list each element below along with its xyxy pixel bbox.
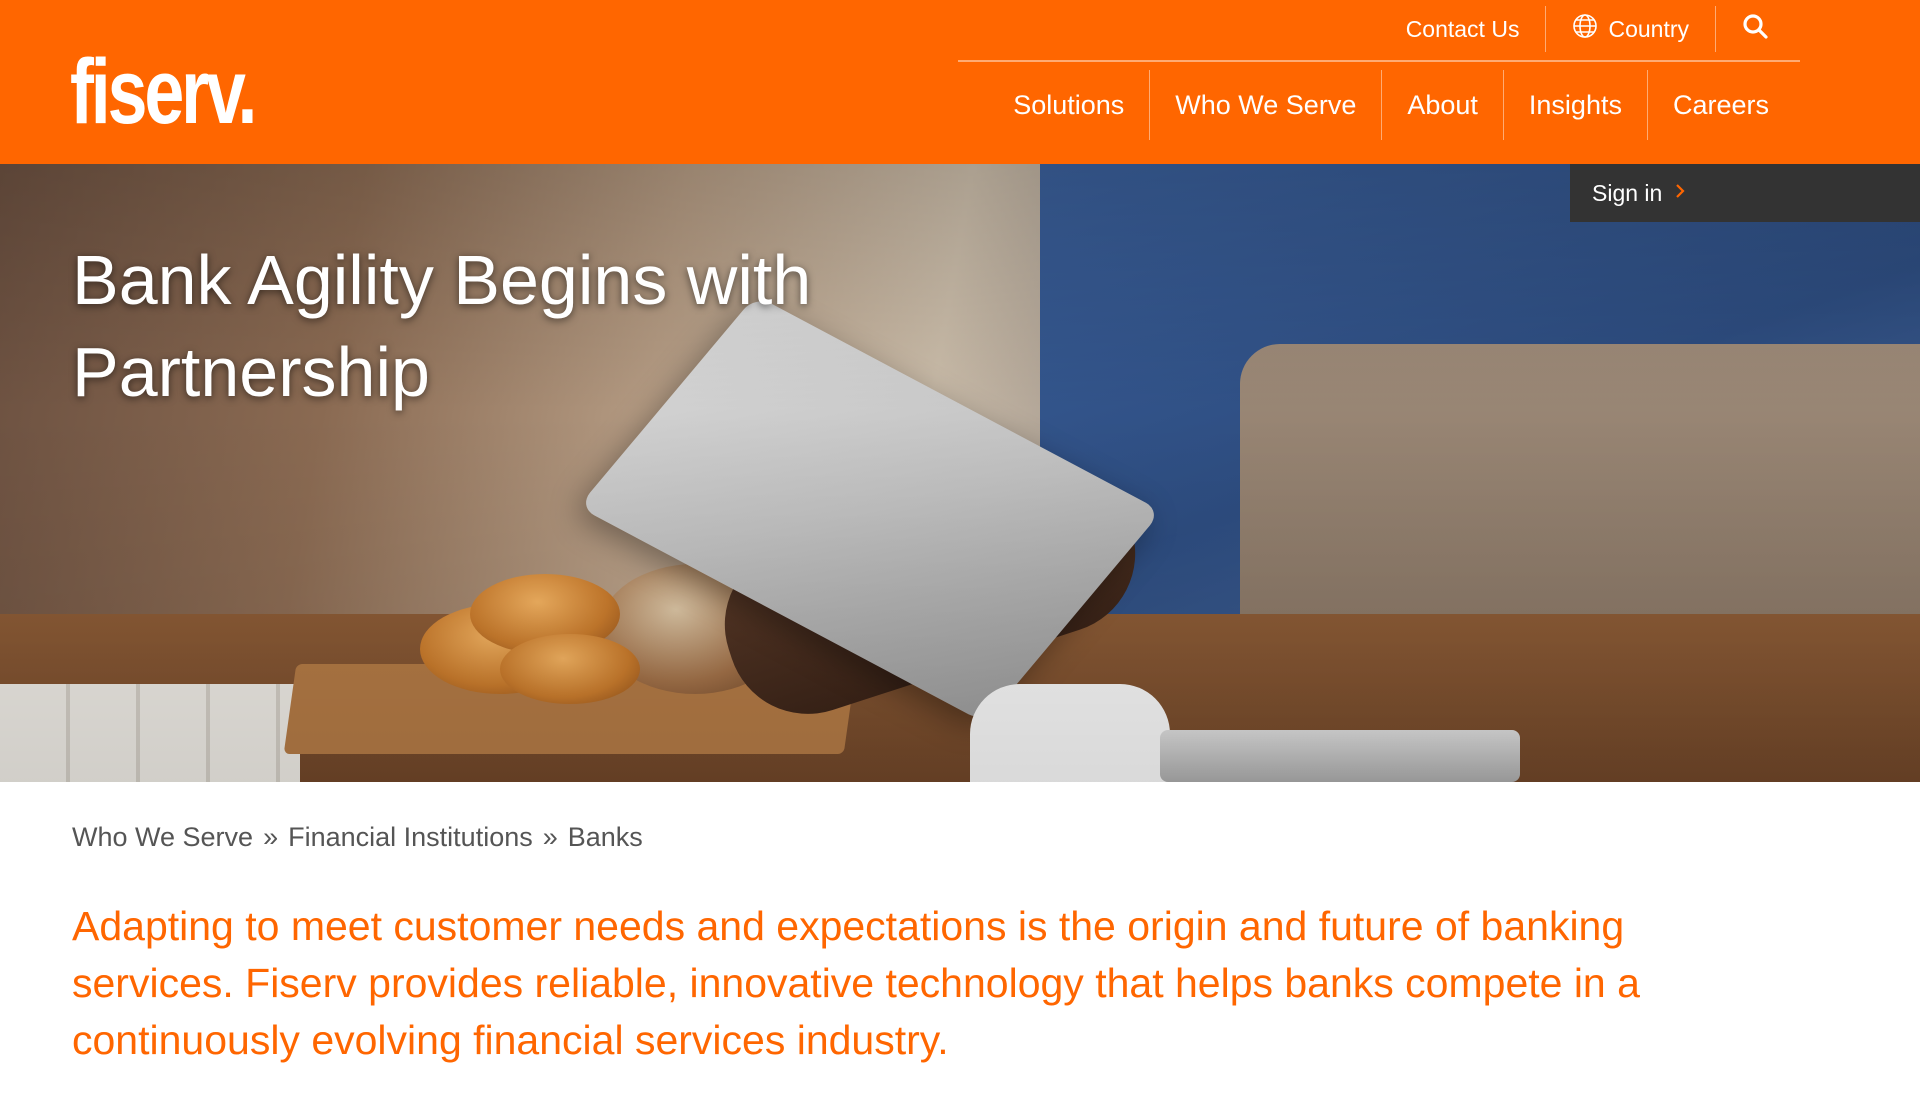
nav-item-about[interactable]: About (1382, 70, 1503, 140)
hero-title: Bank Agility Begins with Partnership (72, 241, 812, 411)
intro-paragraph: Adapting to meet customer needs and expe… (72, 903, 1640, 1063)
nav-item-solutions[interactable]: Solutions (988, 70, 1149, 140)
site-header: fiserv. Contact Us Country Solutions Who… (0, 0, 1920, 164)
hero-banner: Bank Agility Begins with Partnership Sig… (0, 164, 1920, 782)
search-button[interactable] (1716, 6, 1794, 52)
nav-item-insights[interactable]: Insights (1504, 70, 1647, 140)
utility-nav: Contact Us Country (1380, 0, 1794, 58)
header-divider (958, 60, 1800, 62)
country-label: Country (1608, 15, 1689, 42)
main-nav: Solutions Who We Serve About Insights Ca… (988, 70, 1794, 140)
breadcrumb-item-who-we-serve[interactable]: Who We Serve (72, 822, 253, 853)
breadcrumb-separator: » (542, 822, 558, 852)
breadcrumb: Who We Serve » Financial Institutions » … (72, 822, 643, 853)
breadcrumb-separator: » (263, 822, 279, 852)
globe-icon (1572, 13, 1598, 45)
chevron-right-icon (1674, 182, 1686, 205)
contact-us-link[interactable]: Contact Us (1380, 6, 1546, 52)
breadcrumb-item-financial-institutions[interactable]: Financial Institutions (288, 822, 533, 853)
nav-item-who-we-serve[interactable]: Who We Serve (1150, 70, 1381, 140)
breadcrumb-item-banks: Banks (567, 822, 643, 852)
sign-in-label: Sign in (1592, 179, 1663, 206)
fiserv-logo[interactable]: fiserv. (70, 46, 257, 138)
nav-item-careers[interactable]: Careers (1648, 70, 1794, 140)
contact-us-label: Contact Us (1405, 15, 1520, 42)
country-selector[interactable]: Country (1546, 6, 1715, 52)
sign-in-button[interactable]: Sign in (1570, 164, 1920, 222)
search-icon (1742, 13, 1768, 45)
